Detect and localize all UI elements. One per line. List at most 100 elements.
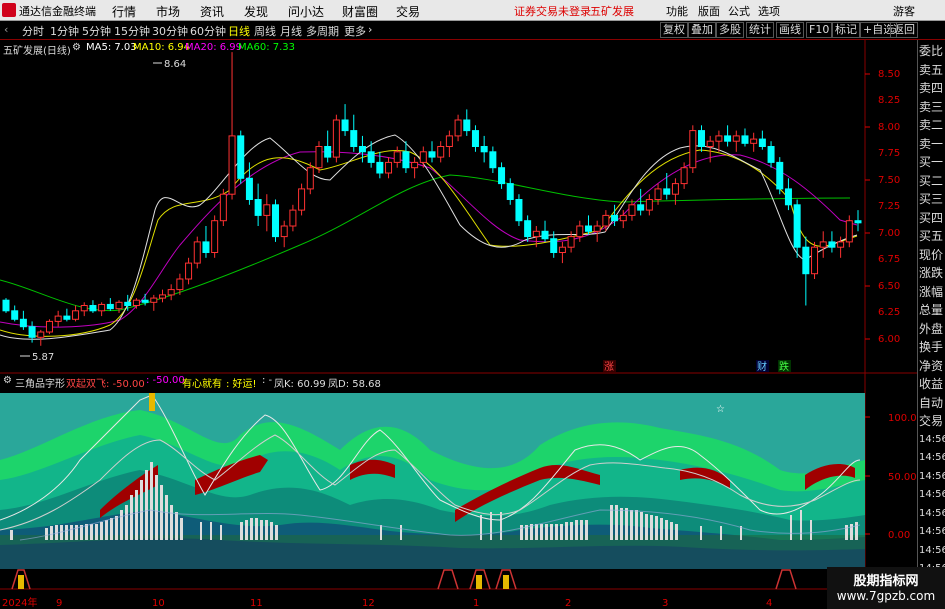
event-marker-cai: 财 (757, 360, 767, 373)
tab-15min[interactable]: 15分钟 (114, 23, 150, 39)
chart-title[interactable]: 五矿发展(日线) (3, 42, 71, 57)
tab-60min[interactable]: 60分钟 (190, 23, 226, 39)
app-name: 通达信金融终端 (19, 5, 96, 18)
candle-body (245, 177, 253, 201)
candle-body (176, 278, 184, 291)
side-panel-item[interactable]: 收益 (919, 375, 945, 393)
user-guest[interactable]: 游客 (893, 3, 915, 19)
candle-body (376, 161, 384, 174)
menu-xuanxiang[interactable]: 选项 (758, 3, 780, 19)
more-chevron-icon[interactable]: › (368, 23, 372, 36)
menu-zixun[interactable]: 资讯 (200, 3, 224, 20)
candle-body (454, 119, 462, 137)
menu-shichang[interactable]: 市场 (156, 3, 180, 20)
candle-body (828, 241, 836, 248)
price-tick: 7.50 (878, 175, 900, 186)
side-panel-item[interactable]: 委比 (919, 42, 945, 60)
candle-body (2, 299, 10, 312)
tab-more[interactable]: 更多 (344, 23, 366, 39)
indicator-k-value: 凤K: 60.99 (274, 379, 326, 390)
side-panel-item[interactable]: 14:56 (919, 523, 945, 541)
login-warning[interactable]: 证券交易未登录 (514, 3, 591, 19)
tab-weekly[interactable]: 周线 (254, 23, 276, 39)
candle-body (506, 183, 514, 201)
tab-monthly[interactable]: 月线 (280, 23, 302, 39)
date-tick: 12 (362, 598, 375, 609)
fuquan-button[interactable]: 复权 (660, 22, 688, 38)
side-panel-item[interactable]: 14:56 (919, 449, 945, 467)
side-panel-item[interactable]: 现价 (919, 246, 945, 264)
biaoji-button[interactable]: 标记 (832, 22, 860, 38)
candle-body (315, 146, 323, 169)
tab-1min[interactable]: 1分钟 (50, 23, 79, 39)
side-panel-item[interactable]: 买一 (919, 153, 945, 171)
watermark: 股期指标网 www.7gpzb.com (827, 567, 945, 609)
candle-body (393, 151, 401, 163)
tab-multi-period[interactable]: 多周期 (306, 23, 339, 39)
side-panel-item[interactable]: 14:56 (919, 431, 945, 449)
side-panel-item[interactable]: 买五 (919, 227, 945, 245)
candle-body (132, 299, 140, 307)
tab-30min[interactable]: 30分钟 (152, 23, 188, 39)
side-panel-item[interactable]: 14:56 (919, 542, 945, 560)
huaxian-button[interactable]: 画线 (776, 22, 804, 38)
side-panel-item[interactable]: 买二 (919, 172, 945, 190)
menu-faxian[interactable]: 发现 (244, 3, 268, 20)
price-tick: 7.25 (878, 201, 900, 212)
side-panel-item[interactable]: 14:56 (919, 505, 945, 523)
candle-body (63, 315, 71, 320)
collapse-icon[interactable]: ‹ (4, 23, 8, 36)
side-panel-item[interactable]: 外盘 (919, 320, 945, 338)
tab-fenshi[interactable]: 分时 (22, 23, 44, 39)
candle-body (11, 310, 19, 320)
tongji-button[interactable]: 统计 (746, 22, 774, 38)
indicator-settings-icon[interactable]: ⚙ (3, 375, 12, 386)
side-panel-item[interactable]: 卖四 (919, 79, 945, 97)
candle-body (45, 320, 53, 333)
f10-button[interactable]: F10 (806, 22, 833, 38)
settings-icon[interactable]: ⚙ (72, 42, 81, 53)
menu-gongshi[interactable]: 公式 (728, 3, 750, 19)
side-panel-item[interactable]: 卖二 (919, 116, 945, 134)
side-panel-item[interactable]: 14:56 (919, 486, 945, 504)
side-panel-item[interactable]: 交易 (919, 412, 945, 430)
menu-banmian[interactable]: 版面 (698, 3, 720, 19)
diejia-button[interactable]: 叠加 (688, 22, 716, 38)
back-button[interactable]: 返回 (890, 22, 918, 38)
side-panel-item[interactable]: 涨跌 (919, 264, 945, 282)
menu-gongneng[interactable]: 功能 (666, 3, 688, 19)
side-panel-item[interactable]: 总量 (919, 301, 945, 319)
tab-5min[interactable]: 5分钟 (82, 23, 111, 39)
side-panel-item[interactable]: 买四 (919, 209, 945, 227)
price-tick: 6.25 (878, 307, 900, 318)
side-panel-item[interactable]: 自动 (919, 394, 945, 412)
price-tick: 6.50 (878, 281, 900, 292)
menu-hangqing[interactable]: 行情 (112, 3, 136, 20)
side-panel-item[interactable]: 卖五 (919, 61, 945, 79)
menu-jiaoyi[interactable]: 交易 (396, 3, 420, 20)
side-panel-item[interactable]: 14:56 (919, 468, 945, 486)
candle-body (72, 310, 80, 320)
side-panel-item[interactable]: 卖一 (919, 135, 945, 153)
tab-daily[interactable]: 日线 (228, 23, 250, 39)
candle-body (741, 135, 749, 144)
menu-wenxiaoda[interactable]: 问小达 (288, 3, 324, 20)
price-tick: 7.00 (878, 228, 900, 239)
chart-canvas: 8.50 8.25 8.00 7.75 7.50 7.25 7.00 6.75 … (0, 40, 917, 609)
candle-body (324, 146, 332, 158)
ma5-label: MA5: 7.03 (86, 42, 137, 53)
side-panel-item[interactable]: 卖三 (919, 98, 945, 116)
side-panel-item[interactable]: 买三 (919, 190, 945, 208)
date-tick: 9 (56, 598, 62, 609)
indicator-name[interactable]: 三角品字形 (15, 375, 65, 390)
side-panel-item[interactable]: 换手 (919, 338, 945, 356)
candle-body (837, 241, 845, 248)
star-icon: ☆ (716, 404, 725, 415)
menu-caifuquan[interactable]: 财富圈 (342, 3, 378, 20)
candle-body (637, 204, 645, 211)
side-panel-item[interactable]: 净资 (919, 357, 945, 375)
side-panel-item[interactable]: 涨幅 (919, 283, 945, 301)
duogu-button[interactable]: 多股 (716, 22, 744, 38)
candle-body (80, 305, 88, 312)
candle-body (237, 135, 245, 179)
